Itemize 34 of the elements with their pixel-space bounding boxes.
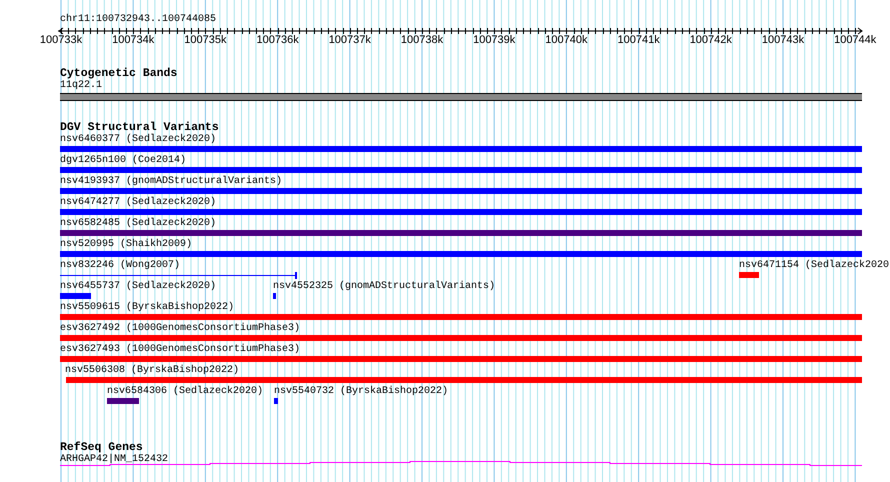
tick-label: 100734k bbox=[112, 34, 154, 47]
tick-label: 100742k bbox=[690, 34, 732, 47]
feature-label: esv3627492 (1000GenomesConsortiumPhase3) bbox=[60, 323, 300, 335]
feature-label: ARHGAP42|NM_152432 bbox=[60, 454, 168, 466]
feature-label: esv3627493 (1000GenomesConsortiumPhase3) bbox=[60, 344, 300, 356]
feature-label: nsv5506308 (ByrskaBishop2022) bbox=[65, 365, 240, 377]
tick-label: 100743k bbox=[762, 34, 804, 47]
track-title: Cytogenetic Bands bbox=[60, 67, 178, 80]
feature-label: nsv6582485 (Sedlazeck2020) bbox=[60, 218, 216, 230]
tick-label: 100739k bbox=[473, 34, 516, 47]
feature-label: nsv6584306 (Sedlazeck2020) bbox=[107, 386, 264, 398]
tick-label: 100738k bbox=[400, 34, 444, 47]
feature-label: nsv6455737 (Sedlazeck2020) bbox=[60, 281, 216, 293]
tick-label: 100736k bbox=[256, 34, 299, 47]
tick-label: 100741k bbox=[617, 34, 660, 47]
feature-label: nsv4552325 (gnomADStructuralVariants) bbox=[273, 281, 496, 293]
tick-label: 100744k bbox=[834, 34, 876, 47]
feature-label: nsv5540732 (ByrskaBishop2022) bbox=[274, 386, 448, 398]
feature-label: nsv832246 (Wong2007) bbox=[60, 260, 180, 272]
feature-label: nsv6460377 (Sedlazeck2020) bbox=[60, 134, 216, 146]
feature-label: dgv1265n100 (Coe2014) bbox=[60, 155, 186, 167]
tick-label: 100735k bbox=[184, 34, 226, 47]
tick-label: 100733k bbox=[40, 34, 82, 47]
feature-label: nsv6474277 (Sedlazeck2020) bbox=[60, 197, 216, 209]
feature-label: nsv5509615 (ByrskaBishop2022) bbox=[60, 302, 234, 314]
tick-label: 100737k bbox=[328, 34, 371, 47]
feature-label: nsv4193937 (gnomADStructuralVariants) bbox=[60, 176, 282, 188]
track-title: DGV Structural Variants bbox=[60, 121, 219, 134]
track-title: RefSeq Genes bbox=[60, 441, 143, 454]
tick-label: 100740k bbox=[545, 34, 588, 47]
feature-label: nsv6471154 (Sedlazeck2020 bbox=[739, 260, 890, 272]
location-label: chr11:100732943..100744085 bbox=[60, 14, 216, 26]
feature-label: 11q22.1 bbox=[60, 80, 102, 92]
feature-label: nsv520995 (Shaikh2009) bbox=[60, 239, 192, 251]
